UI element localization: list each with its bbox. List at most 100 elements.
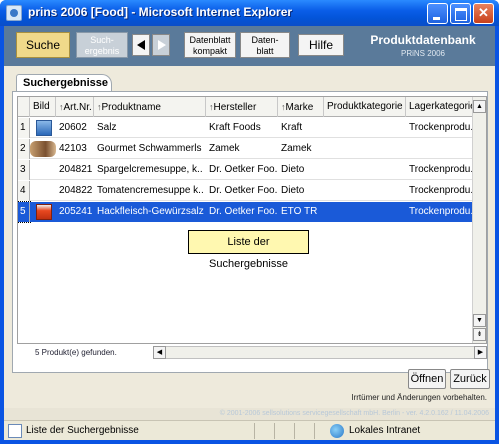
tab-search-results[interactable]: Suchergebnisse	[16, 74, 112, 92]
product-image-cell	[30, 202, 56, 222]
scroll-left-icon[interactable]: ◀	[153, 346, 166, 359]
client-area: Suche Such- ergebnis Datenblatt kompakt …	[4, 26, 495, 420]
search-result-label: Such- ergebnis	[84, 35, 120, 56]
storage-category	[406, 139, 474, 159]
vertical-scrollbar[interactable]: ▲ ▼ ⇟	[472, 97, 486, 343]
manufacturer: Dr. Oetker Foo..	[209, 185, 278, 196]
previous-arrow-icon[interactable]	[132, 34, 150, 56]
status-divider	[274, 423, 275, 439]
help-button[interactable]: Hilfe	[298, 34, 344, 56]
product-thumbnail-icon	[36, 204, 52, 220]
storage-category: Trockenprodu...	[409, 164, 474, 175]
header-article-number-label: Art.Nr.	[63, 102, 92, 113]
table-row-selected[interactable]: 5 205241 Hackfleisch-Gewürzsalz Dr. Oetk…	[18, 201, 474, 223]
header-product-name-label: Produktname	[101, 102, 161, 113]
back-button[interactable]: Zurück	[450, 369, 490, 389]
scroll-right-icon[interactable]: ▶	[474, 346, 487, 359]
window-title: prins 2006 [Food] - Microsoft Internet E…	[28, 5, 293, 19]
product-category	[324, 202, 406, 222]
product-name: Hackfleisch-Gewürzsalz	[94, 202, 206, 222]
intranet-globe-icon	[330, 424, 344, 438]
row-number: 1	[18, 118, 30, 138]
product-category	[324, 160, 406, 180]
brand-subtitle: PRiNS 2006	[400, 49, 446, 58]
scroll-up-icon[interactable]: ▲	[473, 100, 486, 113]
manufacturer: Kraft Foods	[209, 122, 261, 133]
product-thumbnail-icon	[36, 120, 52, 136]
brand: Dieto	[281, 164, 305, 175]
grid-header: Bild Art.Nr. Produktname Hersteller Mark…	[18, 97, 474, 117]
minimize-button[interactable]	[427, 3, 448, 24]
datasheet-button[interactable]: Daten- blatt	[240, 32, 290, 58]
article-number: 205241	[56, 202, 94, 222]
brand-title: Produktdatenbank	[370, 33, 476, 47]
row-number: 2	[18, 139, 30, 159]
browser-window: prins 2006 [Food] - Microsoft Internet E…	[0, 0, 499, 444]
status-divider	[314, 423, 315, 439]
app-header: Suche Such- ergebnis Datenblatt kompakt …	[4, 26, 495, 66]
open-button[interactable]: Öffnen	[408, 369, 446, 389]
page-icon	[8, 424, 22, 438]
search-button[interactable]: Suche	[16, 32, 70, 58]
header-manufacturer-label: Hersteller	[213, 102, 257, 113]
security-zone-text: Lokales Intranet	[349, 425, 421, 436]
row-number: 3	[18, 160, 30, 180]
header-rownum	[18, 97, 30, 117]
header-storage-category[interactable]: Lagerkategorie	[406, 97, 474, 117]
manufacturer: Dr. Oetker Foo..	[209, 164, 278, 175]
product-image-cell	[30, 160, 56, 180]
close-button[interactable]: ✕	[473, 3, 494, 24]
brand: ETO TR	[278, 202, 324, 222]
article-number: 20602	[59, 122, 87, 133]
row-number: 4	[18, 181, 30, 201]
storage-category: Trockenprodu...	[406, 202, 474, 222]
table-row[interactable]: 4 204822 Tomatencremesuppe k.. Dr. Oetke…	[18, 181, 474, 201]
storage-category: Trockenprodu...	[409, 122, 474, 133]
product-name: Salz	[97, 122, 117, 133]
datasheet-compact-button[interactable]: Datenblatt kompakt	[184, 32, 236, 58]
tooltip: Liste der Suchergebnisse	[188, 230, 309, 270]
status-divider	[294, 423, 295, 439]
product-category	[324, 139, 406, 159]
table-row[interactable]: 2 42103 Gourmet Schwammerls Zamek Zamek	[18, 139, 474, 159]
product-thumbnail-icon	[30, 141, 56, 157]
results-panel: Bild Art.Nr. Produktname Hersteller Mark…	[12, 91, 488, 373]
datasheet-label: Daten- blatt	[251, 35, 279, 56]
disclaimer-note: Irrtümer und Änderungen vorbehalten.	[351, 393, 487, 402]
header-product-category[interactable]: Produktkategorie	[324, 97, 406, 117]
brand: Dieto	[281, 185, 305, 196]
header-brand[interactable]: Marke	[278, 97, 324, 117]
maximize-button[interactable]	[450, 3, 471, 24]
result-count: 5 Produkt(e) gefunden.	[35, 348, 117, 357]
product-image-cell	[30, 181, 56, 201]
storage-category: Trockenprodu...	[409, 185, 474, 196]
product-category	[324, 181, 406, 201]
status-text: Liste der Suchergebnisse	[26, 425, 139, 436]
header-image[interactable]: Bild	[30, 97, 56, 117]
product-category	[324, 118, 406, 138]
next-arrow-icon	[152, 34, 170, 56]
brand: Zamek	[281, 143, 312, 154]
results-grid: Bild Art.Nr. Produktname Hersteller Mark…	[17, 96, 487, 344]
article-number: 204822	[59, 185, 93, 196]
brand: Kraft	[281, 122, 303, 133]
horizontal-scrollbar[interactable]: ◀ ▶	[153, 346, 487, 359]
article-number: 42103	[59, 143, 87, 154]
header-product-name[interactable]: Produktname	[94, 97, 206, 117]
product-image-cell	[30, 139, 56, 159]
header-manufacturer[interactable]: Hersteller	[206, 97, 278, 117]
product-name: Tomatencremesuppe k..	[97, 185, 204, 196]
scroll-end-icon[interactable]: ⇟	[473, 328, 486, 341]
article-number: 204821	[59, 164, 93, 175]
table-row[interactable]: 1 20602 Salz Kraft Foods Kraft Trockenpr…	[18, 118, 474, 138]
row-number: 5	[18, 201, 31, 223]
ie-app-icon	[6, 5, 22, 21]
header-article-number[interactable]: Art.Nr.	[56, 97, 94, 117]
header-brand-label: Marke	[285, 102, 314, 113]
browser-status-bar: Liste der Suchergebnisse Lokales Intrane…	[4, 420, 495, 440]
scroll-down-icon[interactable]: ▼	[473, 314, 486, 327]
manufacturer: Dr. Oetker Foo..	[206, 202, 278, 222]
product-name: Spargelcremesuppe, k..	[97, 164, 203, 175]
table-row[interactable]: 3 204821 Spargelcremesuppe, k.. Dr. Oetk…	[18, 160, 474, 180]
title-bar: prins 2006 [Food] - Microsoft Internet E…	[0, 0, 499, 26]
